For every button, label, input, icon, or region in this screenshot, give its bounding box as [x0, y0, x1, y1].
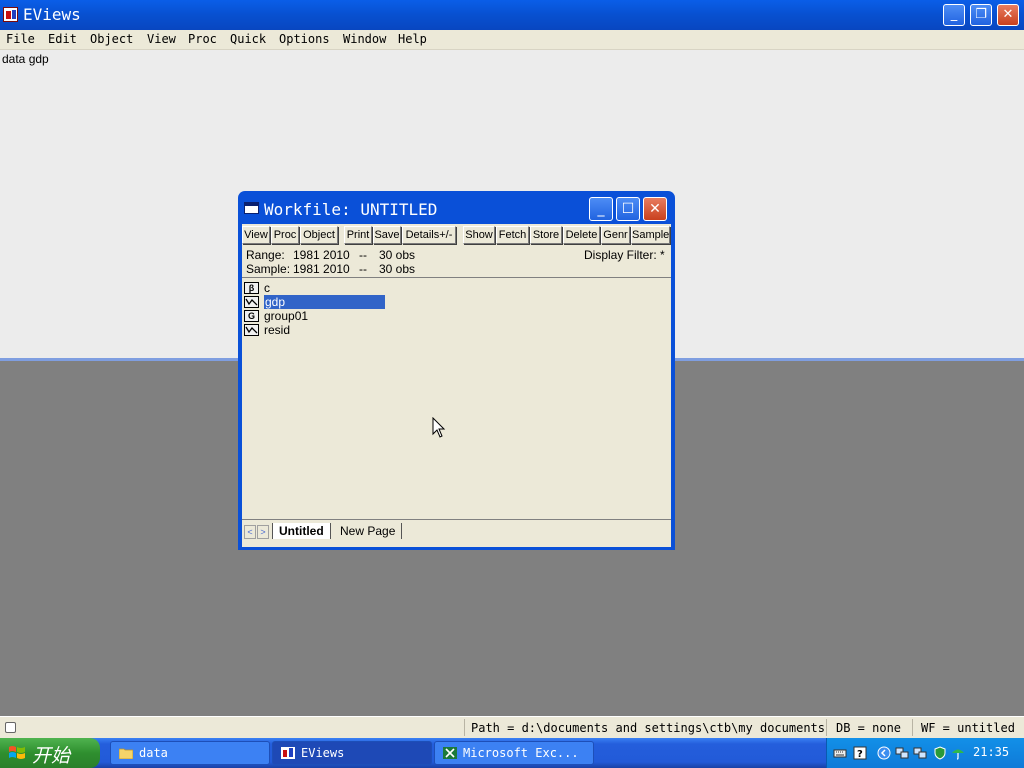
folder-icon — [119, 748, 133, 759]
list-item[interactable]: G group01 — [244, 309, 384, 323]
workfile-page-tabs: < > Untitled New Page — [242, 519, 671, 547]
wf-fetch-button[interactable]: Fetch — [496, 226, 529, 244]
task-label: data — [139, 746, 168, 760]
sample-obs: 30 obs — [379, 262, 416, 276]
series-icon — [244, 324, 259, 336]
status-separator — [826, 719, 827, 736]
range-value[interactable]: 1981 2010 — [293, 248, 350, 262]
svg-text:?: ? — [857, 749, 863, 760]
wf-show-button[interactable]: Show — [463, 226, 495, 244]
system-tray: ? 21:35 — [826, 738, 1024, 768]
task-label: Microsoft Exc... — [463, 746, 579, 760]
range-separator: -- — [359, 248, 367, 262]
wf-delete-button[interactable]: Delete — [563, 226, 600, 244]
menu-object[interactable]: Object — [90, 32, 133, 46]
menu-view[interactable]: View — [147, 32, 176, 46]
display-filter[interactable]: Display Filter: * — [584, 248, 665, 262]
workfile-minimize-button[interactable]: _ — [589, 197, 613, 221]
wf-details-button[interactable]: Details+/- — [402, 226, 456, 244]
task-data-folder[interactable]: data — [110, 741, 270, 765]
list-item[interactable]: gdp — [244, 295, 385, 309]
app-titlebar[interactable]: EViews _ ❐ ✕ — [0, 0, 1024, 30]
series-icon — [244, 296, 259, 308]
workfile-object-list[interactable]: β c gdp G group01 resid — [242, 280, 671, 518]
eviews-app-icon[interactable] — [3, 7, 18, 22]
start-button[interactable]: 开始 — [0, 738, 100, 768]
eviews-icon — [281, 747, 295, 759]
workfile-toolbar: View Proc Object Print Save Details+/- S… — [242, 224, 671, 246]
range-obs: 30 obs — [379, 248, 416, 262]
menu-help[interactable]: Help — [398, 32, 427, 46]
wf-save-button[interactable]: Save — [373, 226, 401, 244]
task-eviews[interactable]: EViews — [272, 741, 432, 765]
wf-print-button[interactable]: Print — [344, 226, 372, 244]
menu-bar: File Edit Object View Proc Quick Options… — [0, 30, 1024, 50]
range-label: Range: — [246, 248, 285, 262]
security-shield-icon[interactable] — [933, 746, 947, 760]
tray-expand-icon[interactable] — [877, 746, 891, 760]
command-text[interactable]: data gdp — [2, 52, 49, 66]
status-separator — [912, 719, 913, 736]
tab-prev-arrow-icon[interactable]: < — [244, 525, 256, 539]
app-title: EViews — [23, 5, 81, 24]
workfile-title: Workfile: UNTITLED — [264, 200, 438, 219]
umbrella-icon[interactable] — [951, 746, 965, 760]
sample-value[interactable]: 1981 2010 — [293, 262, 350, 276]
menu-window[interactable]: Window — [343, 32, 386, 46]
workfile-maximize-button[interactable]: ☐ — [616, 197, 640, 221]
list-item[interactable]: β c — [244, 281, 384, 295]
menu-quick[interactable]: Quick — [230, 32, 266, 46]
network2-icon[interactable] — [913, 746, 927, 760]
tab-next-arrow-icon[interactable]: > — [257, 525, 269, 539]
menu-file[interactable]: File — [6, 32, 35, 46]
sample-label: Sample: — [246, 262, 291, 276]
close-button[interactable]: ✕ — [997, 4, 1019, 26]
workfile-window[interactable]: Workfile: UNTITLED _ ☐ ✕ View Proc Objec… — [238, 191, 675, 550]
status-db: DB = none — [836, 721, 902, 735]
workfile-window-icon[interactable] — [244, 202, 259, 214]
object-name[interactable]: group01 — [264, 309, 308, 323]
start-label: 开始 — [32, 745, 71, 767]
workfile-body: View Proc Object Print Save Details+/- S… — [242, 224, 671, 547]
menu-edit[interactable]: Edit — [48, 32, 77, 46]
status-wf: WF = untitled — [921, 721, 1015, 735]
windows-flag-icon — [9, 746, 25, 759]
wf-view-button[interactable]: View — [242, 226, 270, 244]
task-label: EViews — [301, 746, 345, 760]
menu-proc[interactable]: Proc — [188, 32, 217, 46]
wf-proc-button[interactable]: Proc — [271, 226, 299, 244]
coef-icon: β — [244, 282, 259, 294]
tab-new-page[interactable]: New Page — [334, 523, 403, 539]
task-excel[interactable]: Microsoft Exc... — [434, 741, 594, 765]
object-name[interactable]: resid — [264, 323, 290, 337]
excel-icon — [443, 747, 457, 759]
status-separator — [464, 719, 465, 736]
wf-genr-button[interactable]: Genr — [601, 226, 630, 244]
object-name[interactable]: c — [264, 281, 270, 295]
menu-options[interactable]: Options — [279, 32, 330, 46]
status-path: Path = d:\documents and settings\ctb\my … — [471, 721, 826, 735]
workfile-titlebar[interactable]: Workfile: UNTITLED _ ☐ ✕ — [238, 191, 675, 225]
group-icon: G — [244, 310, 259, 322]
restore-button[interactable]: ❐ — [970, 4, 992, 26]
tab-untitled[interactable]: Untitled — [272, 523, 331, 539]
keyboard-icon[interactable] — [833, 746, 847, 760]
workfile-close-button[interactable]: ✕ — [643, 197, 667, 221]
clock[interactable]: 21:35 — [973, 745, 1009, 759]
status-checkbox[interactable] — [5, 722, 16, 733]
sample-separator: -- — [359, 262, 367, 276]
network-icon[interactable] — [895, 746, 909, 760]
list-item[interactable]: resid — [244, 323, 384, 337]
help-icon[interactable]: ? — [853, 746, 867, 760]
mouse-cursor-icon — [432, 417, 446, 438]
minimize-button[interactable]: _ — [943, 4, 965, 26]
status-bar: Path = d:\documents and settings\ctb\my … — [0, 716, 1024, 738]
object-name[interactable]: gdp — [264, 295, 385, 309]
wf-object-button[interactable]: Object — [300, 226, 338, 244]
wf-store-button[interactable]: Store — [530, 226, 562, 244]
wf-sample-button[interactable]: Sample — [631, 226, 670, 244]
taskbar: 开始 data EViews Microsoft Exc... ? 21:35 — [0, 738, 1024, 768]
